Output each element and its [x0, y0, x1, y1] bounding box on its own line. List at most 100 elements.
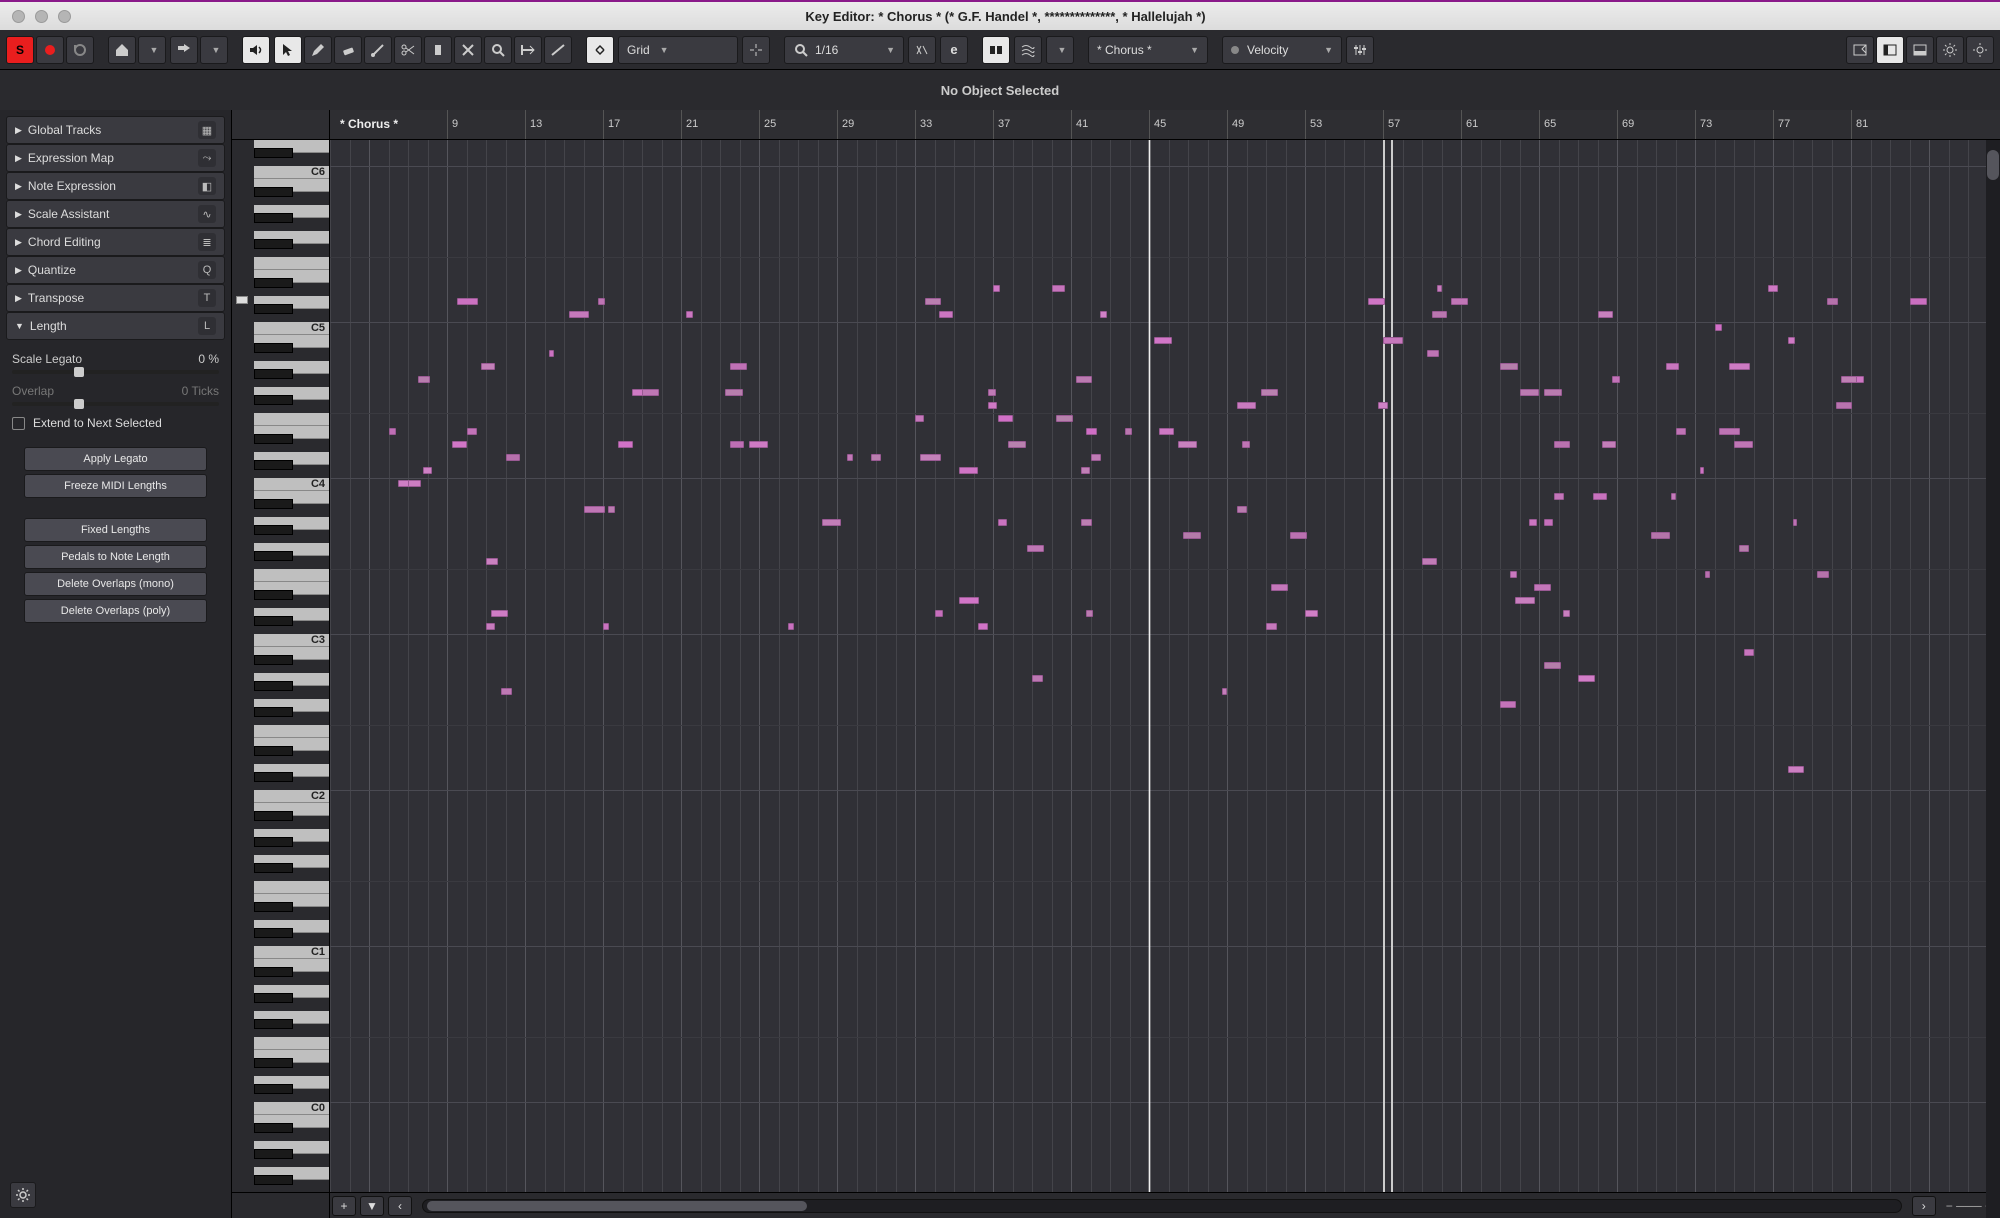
inspector-setup-button[interactable] [10, 1182, 36, 1208]
piano-key-black[interactable] [254, 1058, 293, 1067]
controller-lane-menu-button[interactable]: ▼ [360, 1196, 384, 1216]
midi-note[interactable] [1500, 701, 1516, 708]
midi-note[interactable] [1081, 467, 1090, 474]
midi-note[interactable] [1422, 558, 1437, 565]
iterative-quantize-button[interactable] [908, 36, 936, 64]
midi-note[interactable] [501, 688, 513, 695]
midi-note[interactable] [1544, 662, 1561, 669]
scale-legato-row[interactable]: Scale Legato 0 % [6, 348, 225, 370]
midi-note[interactable] [1817, 571, 1829, 578]
midi-note[interactable] [598, 298, 605, 305]
playhead-cursor[interactable] [1149, 140, 1150, 1192]
midi-note[interactable] [1651, 532, 1669, 539]
length-button-delete-overlaps-mono-[interactable]: Delete Overlaps (mono) [24, 572, 207, 596]
midi-note[interactable] [1729, 363, 1750, 370]
retrospective-record-button[interactable] [66, 36, 94, 64]
midi-note[interactable] [988, 389, 996, 396]
midi-note[interactable] [1700, 467, 1704, 474]
vertical-scrollbar[interactable] [1986, 140, 2000, 1218]
piano-key-black[interactable] [254, 681, 293, 690]
midi-note[interactable] [1178, 441, 1197, 448]
midi-note[interactable] [1437, 285, 1443, 292]
piano-key-black[interactable] [254, 1123, 293, 1132]
midi-note[interactable] [1183, 532, 1200, 539]
split-tool[interactable] [394, 36, 422, 64]
piano-key-black[interactable] [254, 434, 293, 443]
zoom-window-button[interactable] [58, 10, 71, 23]
midi-note[interactable] [1793, 519, 1797, 526]
midi-note[interactable] [1032, 675, 1043, 682]
midi-note[interactable] [1159, 428, 1174, 435]
snap-type-select[interactable]: Grid▼ [618, 36, 738, 64]
length-button-freeze-midi-lengths[interactable]: Freeze MIDI Lengths [24, 474, 207, 498]
solo-editor-button[interactable]: S [6, 36, 34, 64]
controller-lane-add-button[interactable]: + [332, 1196, 356, 1216]
piano-key-black[interactable] [254, 551, 293, 560]
length-button-pedals-to-note-length[interactable]: Pedals to Note Length [24, 545, 207, 569]
midi-note[interactable] [1554, 441, 1570, 448]
midi-note[interactable] [418, 376, 430, 383]
midi-note[interactable] [1788, 337, 1796, 344]
auto-scroll-button[interactable] [170, 36, 198, 64]
horizontal-scrollbar-thumb[interactable] [427, 1201, 807, 1211]
piano-key[interactable]: C3 [254, 634, 329, 647]
hscroll-right-button[interactable]: › [1912, 1196, 1936, 1216]
piano-key-black[interactable] [254, 655, 293, 664]
midi-note[interactable] [1520, 389, 1539, 396]
midi-note[interactable] [1100, 311, 1106, 318]
midi-note[interactable] [978, 623, 988, 630]
midi-note[interactable] [1052, 285, 1066, 292]
midi-note[interactable] [871, 454, 881, 461]
midi-note[interactable] [1836, 402, 1852, 409]
piano-key-black[interactable] [254, 239, 293, 248]
draw-tool[interactable] [304, 36, 332, 64]
midi-note[interactable] [998, 415, 1013, 422]
midi-note[interactable] [1671, 493, 1676, 500]
midi-note[interactable] [1739, 545, 1749, 552]
midi-note[interactable] [1432, 311, 1447, 318]
piano-key[interactable] [254, 569, 329, 582]
midi-note[interactable] [1427, 350, 1439, 357]
midi-note[interactable] [939, 311, 953, 318]
glue-tool[interactable] [424, 36, 452, 64]
scale-legato-slider[interactable] [12, 370, 219, 374]
midi-note[interactable] [1305, 610, 1318, 617]
piano-key[interactable] [254, 881, 329, 894]
midi-note[interactable] [925, 298, 941, 305]
midi-note[interactable] [1744, 649, 1754, 656]
midi-note[interactable] [1719, 428, 1740, 435]
midi-note[interactable] [1593, 493, 1607, 500]
midi-note[interactable] [642, 389, 659, 396]
piano-key[interactable]: C0 [254, 1102, 329, 1115]
midi-note[interactable] [1242, 441, 1251, 448]
midi-note[interactable] [915, 415, 924, 422]
inspector-section-note-expression[interactable]: ▶Note Expression◧ [6, 172, 225, 200]
piano-key[interactable] [254, 413, 329, 426]
minimize-window-button[interactable] [35, 10, 48, 23]
midi-note[interactable] [686, 311, 693, 318]
midi-note[interactable] [423, 467, 433, 474]
piano-key[interactable] [254, 257, 329, 270]
record-in-editor-button[interactable] [36, 36, 64, 64]
midi-note[interactable] [1086, 610, 1094, 617]
parts-menu[interactable]: ▼ [1046, 36, 1074, 64]
quantize-settings-button[interactable]: e [940, 36, 968, 64]
midi-note[interactable] [1534, 584, 1551, 591]
acoustic-feedback-button[interactable] [242, 36, 270, 64]
midi-note[interactable] [1076, 376, 1092, 383]
piano-key[interactable]: C5 [254, 322, 329, 335]
window-layout-zone-bottom[interactable] [1906, 36, 1934, 64]
midi-note[interactable] [1368, 298, 1385, 305]
inspector-section-length[interactable]: ▼LengthL [6, 312, 225, 340]
midi-note[interactable] [1544, 519, 1554, 526]
piano-key-black[interactable] [254, 967, 293, 976]
midi-note[interactable] [1612, 376, 1620, 383]
piano-key-black[interactable] [254, 187, 293, 196]
midi-note[interactable] [959, 597, 980, 604]
midi-note[interactable] [1451, 298, 1468, 305]
midi-note[interactable] [1154, 337, 1172, 344]
midi-note[interactable] [506, 454, 520, 461]
midi-note[interactable] [1768, 285, 1777, 292]
midi-note[interactable] [959, 467, 978, 474]
midi-note[interactable] [1554, 493, 1564, 500]
